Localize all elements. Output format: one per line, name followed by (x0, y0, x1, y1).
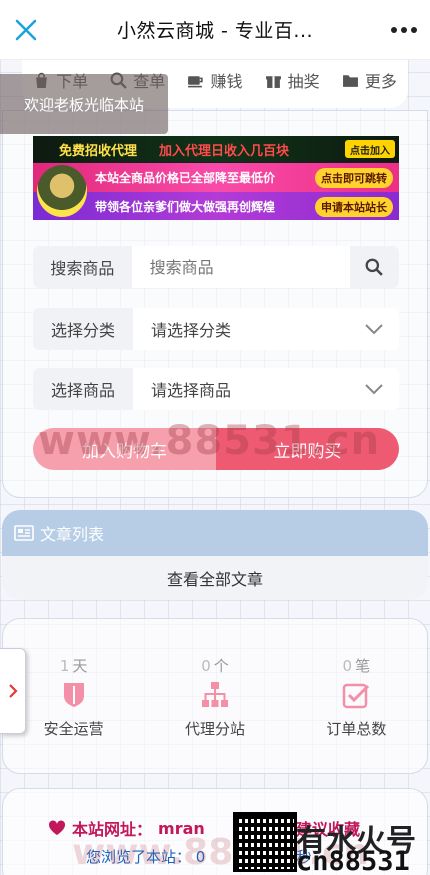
stat-orders-value: 0笔 (342, 657, 371, 675)
search-field: 搜索商品 (33, 246, 399, 288)
side-drawer-toggle[interactable] (0, 648, 26, 734)
news-icon (14, 525, 34, 541)
product-value[interactable]: 请选择商品 (133, 377, 349, 401)
banner-row1-left: 免费招收代理 (59, 143, 138, 159)
banner-row-agent: 免费招收代理 加入代理日收入几百块 点击加入 (33, 136, 399, 162)
brand-logo-bottom: cn88531 (296, 846, 410, 875)
search-button[interactable] (349, 246, 399, 288)
stat-agents: 0个 代理分站 (144, 619, 285, 773)
category-select[interactable]: 选择分类 请选择分类 (33, 308, 399, 350)
stat-uptime-value: 1天 (59, 657, 88, 675)
nav-earn-label: 赚钱 (210, 72, 243, 91)
view-all-articles-button[interactable]: 查看全部文章 (2, 556, 428, 600)
search-icon (365, 258, 384, 276)
category-value[interactable]: 请选择分类 (133, 317, 349, 341)
shield-icon (63, 683, 84, 707)
stat-agents-value: 0个 (201, 657, 229, 675)
stat-orders: 0笔 订单总数 (286, 619, 427, 773)
product-label: 选择商品 (33, 368, 133, 410)
banner-row-price: 本站全商品价格已全部降至最低价 点击即可跳转 (33, 163, 399, 192)
welcome-toast: 欢迎老板光临本站 (0, 74, 168, 134)
purchase-actions: 加入购物车 立即购买 (33, 428, 399, 470)
banner-row2-text: 本站全商品价格已全部降至最低价 (95, 171, 276, 185)
folder-open-icon (342, 74, 358, 87)
close-icon[interactable] (4, 8, 48, 52)
coffee-cup-icon (188, 75, 204, 87)
banner-row1-right: 加入代理日收入几百块 (159, 143, 290, 159)
article-header: 文章列表 (2, 510, 428, 556)
search-input[interactable] (131, 246, 350, 288)
banner-row3-text: 带领各位亲爹们做大做强再创辉煌 (95, 200, 276, 214)
jump-button[interactable]: 点击即可跳转 (315, 167, 393, 188)
qr-code (233, 812, 297, 872)
banner-avatar (37, 165, 87, 217)
nav-lottery[interactable]: 抽奖 (265, 68, 320, 92)
gift-icon (265, 75, 281, 88)
buy-now-button[interactable]: 立即购买 (216, 428, 399, 470)
chevron-right-icon (8, 684, 18, 698)
more-dots-icon[interactable] (382, 8, 426, 52)
nav-lottery-label: 抽奖 (287, 72, 320, 91)
category-label: 选择分类 (33, 308, 133, 350)
chevron-down-icon[interactable] (349, 308, 399, 350)
nav-more[interactable]: 更多 (342, 68, 397, 92)
stats-card: 1天 安全运营 0个 代理分站 0笔 订单总数 (2, 618, 428, 774)
search-label: 搜索商品 (33, 246, 132, 288)
article-card: 文章列表 查看全部文章 (2, 510, 428, 600)
stat-orders-label: 订单总数 (326, 720, 387, 738)
banner-row-station: 带领各位亲爹们做大做强再创辉煌 申请本站站长 (33, 192, 399, 220)
add-to-cart-button[interactable]: 加入购物车 (33, 428, 216, 470)
apply-station-button[interactable]: 申请本站站长 (315, 196, 393, 217)
product-select[interactable]: 选择商品 请选择商品 (33, 368, 399, 410)
join-button[interactable]: 点击加入 (345, 140, 395, 158)
sitemap-icon (201, 682, 228, 707)
page-title: 小然云商城 - 专业百... (116, 20, 314, 42)
promo-banner[interactable]: 免费招收代理 加入代理日收入几百块 点击加入 本站全商品价格已全部降至最低价 点… (33, 136, 399, 220)
nav-more-label: 更多 (364, 72, 397, 91)
chevron-down-icon[interactable] (349, 368, 399, 410)
stat-uptime-label: 安全运营 (43, 720, 104, 738)
nav-earn[interactable]: 赚钱 (187, 68, 242, 92)
check-square-icon (343, 683, 370, 709)
article-title: 文章列表 (40, 525, 105, 544)
heart-icon (48, 820, 66, 835)
stat-agents-label: 代理分站 (184, 720, 245, 738)
top-bar: 小然云商城 - 专业百... (0, 0, 430, 60)
